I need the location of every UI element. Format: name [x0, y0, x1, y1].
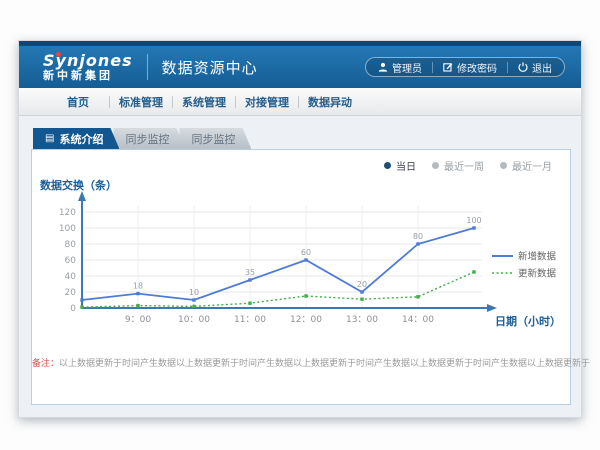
- svg-text:100: 100: [466, 216, 481, 225]
- footnote: 备注：以上数据更新于时间产生数据以上数据更新于时间产生数据以上数据更新于时间产生…: [32, 356, 570, 369]
- svg-text:数据交换（条）: 数据交换（条）: [40, 178, 117, 192]
- user-menu-change-password-label: 修改密码: [457, 60, 497, 75]
- svg-text:10：00: 10：00: [178, 315, 210, 325]
- radio-last-month[interactable]: 最近一月: [500, 158, 552, 173]
- svg-text:新增数据: 新增数据: [518, 251, 557, 263]
- svg-text:13：00: 13：00: [346, 315, 378, 325]
- user-menu-logout-label: 退出: [532, 60, 552, 75]
- power-icon: [518, 62, 528, 72]
- svg-text:更新数据: 更新数据: [518, 268, 557, 280]
- svg-text:12：00: 12：00: [290, 315, 322, 325]
- svg-text:60: 60: [301, 248, 311, 257]
- svg-text:120: 120: [59, 208, 76, 218]
- radio-today[interactable]: 当日: [384, 158, 416, 173]
- user-menu-change-password[interactable]: 修改密码: [443, 60, 497, 75]
- tab-sync-monitor-2[interactable]: 同步监控: [179, 128, 251, 149]
- tab-label: 同步监控: [125, 131, 169, 147]
- svg-text:18: 18: [133, 282, 143, 291]
- line-chart: 9：00 10：00 11：00 12：00 13：00 14：00 0 20 40 60 80 10…: [36, 176, 572, 346]
- radio-dot-selected: [384, 162, 391, 169]
- svg-text:80: 80: [413, 232, 423, 241]
- logo: Synjones 新中新集团: [43, 53, 133, 81]
- user-menu-admin[interactable]: 管理员: [378, 60, 422, 75]
- app-window: Synjones 新中新集团 数据资源中心 管理员: [18, 40, 582, 418]
- svg-text:80: 80: [65, 240, 77, 250]
- user-icon: [378, 62, 388, 72]
- tab-sync-monitor-1[interactable]: 同步监控: [113, 128, 185, 149]
- svg-text:35: 35: [245, 268, 255, 277]
- nav-item-data-change[interactable]: 数据异动: [299, 94, 361, 110]
- svg-text:60: 60: [65, 256, 77, 266]
- content-area: ▤ 系统介绍 同步监控 同步监控 当日: [19, 116, 581, 405]
- user-menu: 管理员 修改密码 退出: [365, 57, 565, 77]
- svg-text:100: 100: [59, 224, 76, 234]
- svg-text:40: 40: [65, 272, 77, 282]
- footnote-text: 以上数据更新于时间产生数据以上数据更新于时间产生数据以上数据更新于时间产生数据以…: [59, 359, 590, 369]
- svg-text:日期（小时）: 日期（小时）: [495, 314, 561, 328]
- chart-panel: 当日 最近一周 最近一月 9：00 10：00 11：00 12：00 13：00 14：…: [31, 149, 571, 405]
- nav-item-standard-mgmt[interactable]: 标准管理: [110, 94, 172, 110]
- svg-text:0: 0: [70, 304, 76, 314]
- svg-text:10: 10: [189, 288, 199, 297]
- radio-label: 最近一月: [512, 158, 552, 173]
- logo-company: 新中新集团: [43, 70, 133, 82]
- tab-system-intro[interactable]: ▤ 系统介绍: [33, 128, 119, 149]
- user-menu-separator: [507, 62, 508, 73]
- document-icon: ▤: [45, 134, 54, 144]
- user-menu-admin-label: 管理员: [392, 60, 422, 75]
- app-header: Synjones 新中新集团 数据资源中心 管理员: [19, 46, 581, 88]
- nav-item-system-mgmt[interactable]: 系统管理: [173, 94, 235, 110]
- svg-text:20: 20: [65, 288, 77, 298]
- radio-label: 最近一周: [444, 158, 484, 173]
- user-menu-logout[interactable]: 退出: [518, 60, 552, 75]
- app-title: 数据资源中心: [162, 57, 258, 78]
- tab-label: 同步监控: [191, 131, 235, 147]
- radio-last-week[interactable]: 最近一周: [432, 158, 484, 173]
- svg-text:9：00: 9：00: [125, 315, 151, 325]
- footnote-label: 备注：: [32, 359, 59, 369]
- radio-label: 当日: [396, 158, 416, 173]
- svg-text:14：00: 14：00: [402, 315, 434, 325]
- nav-item-home[interactable]: 首页: [47, 94, 109, 110]
- radio-dot: [432, 162, 439, 169]
- header-divider: [147, 54, 148, 80]
- radio-dot: [500, 162, 507, 169]
- range-selector: 当日 最近一周 最近一月: [384, 158, 552, 173]
- tab-label: 系统介绍: [59, 131, 103, 147]
- svg-text:11：00: 11：00: [234, 315, 266, 325]
- edit-icon: [443, 62, 453, 72]
- tab-bar: ▤ 系统介绍 同步监控 同步监控: [33, 128, 569, 149]
- page-background: Synjones 新中新集团 数据资源中心 管理员: [0, 0, 600, 450]
- user-menu-separator: [432, 62, 433, 73]
- nav-item-interface-mgmt[interactable]: 对接管理: [236, 94, 298, 110]
- logo-accent-dot: [56, 52, 61, 57]
- svg-text:20: 20: [357, 280, 367, 289]
- main-nav: 首页 标准管理 系统管理 对接管理 数据异动: [19, 88, 581, 116]
